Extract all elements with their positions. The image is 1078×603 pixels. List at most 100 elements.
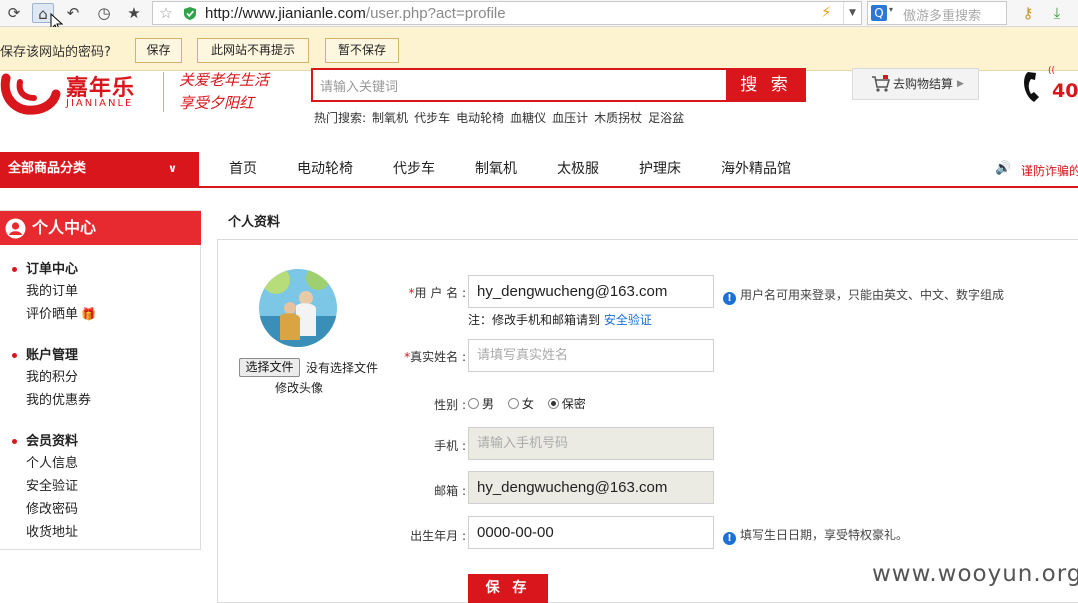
url-host: http://www.jianianle.com <box>205 5 366 22</box>
birth-tip: ! 填写生日日期，享受特权豪礼。 <box>723 526 908 545</box>
engine-dropdown-icon[interactable]: ▾ <box>889 5 893 14</box>
phone-input[interactable]: 请输入手机号码 <box>468 427 714 460</box>
fraud-notice[interactable]: 谨防诈骗的 <box>1021 162 1078 179</box>
lightning-icon[interactable]: ⚡ <box>821 3 832 21</box>
logo-subtext: JIANIANLE <box>66 98 134 109</box>
gender-female[interactable]: 女 <box>507 397 534 411</box>
bookmark-star-icon[interactable]: ☆ <box>155 3 177 23</box>
hotline-number: 400 <box>1052 80 1078 102</box>
sidebar-item-password[interactable]: 修改密码 <box>26 498 78 517</box>
username-input[interactable]: hy_dengwucheng@163.com <box>468 275 714 308</box>
gender-label: 性别 : <box>434 398 466 412</box>
history-icon[interactable]: ◷ <box>93 3 115 23</box>
hotline-mark: (( <box>1048 66 1056 76</box>
search-engine-icon[interactable]: Q <box>871 5 887 21</box>
cart-checkout-button[interactable]: 去购物结算 ▶ <box>852 68 979 100</box>
all-categories-label: 全部商品分类 <box>8 161 87 176</box>
refresh-icon[interactable]: ⟳ <box>3 3 25 23</box>
section-member: 会员资料 <box>26 434 79 449</box>
sidebar-item-label: 评价晒单 <box>26 307 79 322</box>
save-button[interactable]: 保 存 <box>468 574 548 603</box>
nav-item-oxygen[interactable]: 制氧机 <box>475 152 517 186</box>
no-file-text: 没有选择文件 <box>306 361 379 375</box>
sidebar-header: 个人中心 <box>0 211 201 245</box>
sidebar-item-points[interactable]: 我的积分 <box>26 366 78 385</box>
bullet-icon <box>12 439 17 444</box>
nav-item-electric-wheelchair[interactable]: 电动轮椅 <box>297 152 353 186</box>
username-label: *用 户 名 : <box>386 284 467 301</box>
address-bar[interactable]: ☆ http://www.jianianle.com/user.php?act=… <box>152 1 862 25</box>
hot-term[interactable]: 足浴盆 <box>648 111 684 125</box>
hot-term[interactable]: 血糖仪 <box>510 111 546 125</box>
logo-mark-icon <box>0 73 61 115</box>
sidebar-title: 个人中心 <box>32 218 97 237</box>
user-icon <box>5 218 26 239</box>
nav-item-taichi[interactable]: 太极服 <box>557 152 599 186</box>
password-prompt: 保存该网站的密码? <box>0 45 111 60</box>
hot-term[interactable]: 血压计 <box>552 111 588 125</box>
hot-term[interactable]: 代步车 <box>414 111 450 125</box>
section-account: 账户管理 <box>26 348 79 363</box>
sidebar-item-my-orders[interactable]: 我的订单 <box>26 280 78 299</box>
save-password-button[interactable]: 保存 <box>135 38 182 63</box>
nav-item-scooter[interactable]: 代步车 <box>393 152 435 186</box>
password-save-bar: 保存该网站的密码? 保存 此网站不再提示 暂不保存 <box>0 27 1078 71</box>
radio-icon <box>507 398 519 409</box>
sidebar-item-reviews[interactable]: 评价晒单 🎁 <box>26 303 96 322</box>
gender-secret[interactable]: 保密 <box>547 397 586 411</box>
not-now-button[interactable]: 暂不保存 <box>325 38 399 63</box>
browser-search-box[interactable]: Q ▾ 傲游多重搜索 <box>867 1 1007 25</box>
realname-input[interactable]: 请填写真实姓名 <box>468 339 714 372</box>
gift-icon: 🎁 <box>81 307 96 321</box>
url-dropdown-icon[interactable]: ▼ <box>843 2 861 24</box>
birth-input[interactable]: 0000-00-00 <box>468 516 714 549</box>
gender-option-label: 女 <box>521 397 534 411</box>
hot-search: 热门搜索: 制氧机 代步车 电动轮椅 血糖仪 血压计 木质拐杖 足浴盆 <box>314 109 690 126</box>
hot-term[interactable]: 木质拐杖 <box>594 111 642 125</box>
sidebar-item-coupons[interactable]: 我的优惠券 <box>26 389 91 408</box>
favorites-star-icon[interactable]: ★ <box>123 3 145 23</box>
gender-male[interactable]: 男 <box>468 397 494 411</box>
site-search: 请输入关键词 搜 索 <box>311 68 806 102</box>
cart-icon <box>872 75 890 92</box>
info-icon: ! <box>723 292 736 305</box>
username-tip: ! 用户名可用来登录，只能由英文、中文、数字组成 <box>723 286 1004 305</box>
nav-item-home[interactable]: 首页 <box>229 152 257 186</box>
hot-term[interactable]: 制氧机 <box>372 111 408 125</box>
logo-divider <box>163 72 164 112</box>
undo-close-icon[interactable]: ↶ <box>62 3 84 23</box>
username-tip-text: 用户名可用来登录，只能由英文、中文、数字组成 <box>740 288 1005 302</box>
gender-option-label: 男 <box>482 397 495 411</box>
secure-shield-icon <box>184 7 196 20</box>
speaker-icon: 🔊 <box>995 161 1012 176</box>
search-button[interactable]: 搜 索 <box>726 68 806 102</box>
email-input[interactable]: hy_dengwucheng@163.com <box>468 471 714 504</box>
sidebar-item-security[interactable]: 安全验证 <box>26 475 78 494</box>
username-note-text: 注：修改手机和邮箱请到 <box>468 313 601 327</box>
change-avatar-label: 修改头像 <box>275 381 324 395</box>
browser-toolbar: ⟳ ⌂ ↶ ◷ ★ ☆ http://www.jianianle.com/use… <box>0 0 1078 33</box>
username-note: 注：修改手机和邮箱请到 安全验证 <box>468 311 652 328</box>
main-nav: 全部商品分类 ∨ 首页 电动轮椅 代步车 制氧机 太极服 护理床 海外精品馆 🔊… <box>0 152 1078 188</box>
key-icon[interactable]: ⚷ <box>1017 3 1039 23</box>
security-link[interactable]: 安全验证 <box>604 313 652 327</box>
nav-item-nursing-bed[interactable]: 护理床 <box>639 152 681 186</box>
realname-label: *真实姓名 : <box>386 348 466 365</box>
sidebar-item-personal-info[interactable]: 个人信息 <box>26 452 78 471</box>
never-for-site-button[interactable]: 此网站不再提示 <box>197 38 309 63</box>
sidebar: 个人中心 订单中心 我的订单 评价晒单 🎁 账户管理 我的积分 我的优惠券 会员资… <box>0 210 201 550</box>
download-user-icon[interactable]: ⤓ <box>1046 3 1068 23</box>
gender-option-label: 保密 <box>561 397 586 411</box>
sidebar-item-address[interactable]: 收货地址 <box>26 521 78 540</box>
hot-term[interactable]: 电动轮椅 <box>456 111 504 125</box>
nav-item-overseas[interactable]: 海外精品馆 <box>721 152 791 186</box>
email-label: 邮箱 : <box>434 484 466 498</box>
search-input[interactable]: 请输入关键词 <box>320 76 398 95</box>
choose-file-button[interactable]: 选择文件 <box>239 358 300 377</box>
url-path: /user.php?act=profile <box>365 5 506 22</box>
bullet-icon <box>12 353 17 358</box>
birth-tip-text: 填写生日日期，享受特权豪礼。 <box>740 528 909 542</box>
slogan-line-1: 关爱老年生活 <box>179 71 270 89</box>
realname-label-text: 真实姓名 : <box>410 350 466 364</box>
all-categories-button[interactable]: 全部商品分类 ∨ <box>0 152 199 188</box>
